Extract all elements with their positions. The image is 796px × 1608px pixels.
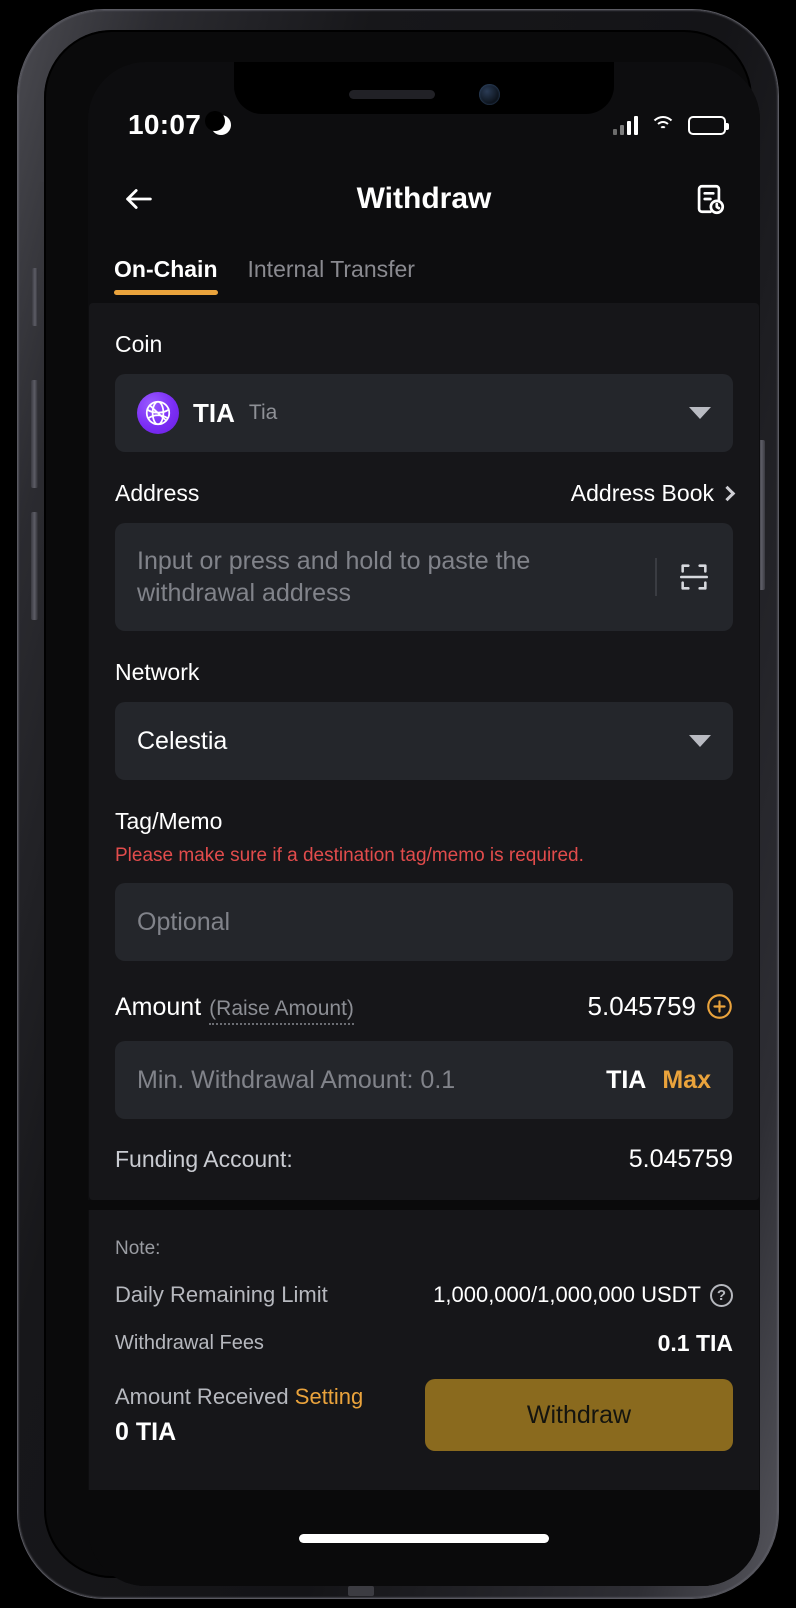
status-bar-left: 10:07	[128, 109, 232, 141]
daily-limit-label: Daily Remaining Limit	[115, 1282, 328, 1307]
daily-limit-value: 1,000,000/1,000,000 USDT	[433, 1282, 701, 1307]
amount-header: Amount (Raise Amount) 5.045759	[115, 991, 733, 1025]
amount-unit: TIA	[606, 1065, 647, 1094]
address-input-container[interactable]: Input or press and hold to paste the wit…	[115, 523, 733, 631]
tag-memo-input-container[interactable]: Optional	[115, 883, 733, 961]
status-bar-clock: 10:07	[128, 109, 202, 140]
wifi-icon	[650, 115, 676, 135]
amount-input[interactable]: Min. Withdrawal Amount: 0.1	[137, 1064, 455, 1096]
page-title: Withdraw	[356, 182, 492, 215]
withdraw-footer: Amount Received Setting 0 TIA Withdraw	[115, 1379, 733, 1451]
daily-limit-row: Daily Remaining Limit 1,000,000/1,000,00…	[115, 1282, 733, 1308]
address-label: Address	[115, 480, 200, 506]
funding-account-label: Funding Account:	[115, 1146, 293, 1172]
address-book-label: Address Book	[570, 480, 714, 506]
chevron-right-icon	[719, 485, 736, 502]
daily-limit-value-group: 1,000,000/1,000,000 USDT ?	[433, 1282, 733, 1308]
card-separator	[88, 1200, 760, 1210]
amount-suffix: TIA Max	[606, 1066, 711, 1095]
note-title: Note:	[115, 1238, 161, 1259]
tab-on-chain[interactable]: On-Chain	[114, 256, 218, 303]
withdraw-form-card: Coin TIA Tia Address Address Book Input …	[89, 303, 759, 1200]
phone-bezel: 10:07 Withdraw On-Chain Internal Transfe…	[44, 30, 760, 1586]
withdrawal-history-icon[interactable]	[686, 176, 732, 222]
qr-scan-icon[interactable]	[677, 560, 711, 594]
input-divider	[655, 558, 657, 596]
address-book-link[interactable]: Address Book	[570, 480, 736, 507]
amount-input-container[interactable]: Min. Withdrawal Amount: 0.1 TIA Max	[115, 1041, 733, 1119]
amount-available-value: 5.045759	[587, 991, 696, 1021]
network-value: Celestia	[137, 726, 228, 755]
amount-received-value: 0 TIA	[115, 1417, 177, 1446]
coin-symbol: TIA	[193, 397, 235, 428]
amount-received-label: Amount Received	[115, 1383, 289, 1409]
cellular-signal-icon	[612, 115, 638, 135]
question-mark-icon[interactable]: ?	[710, 1283, 733, 1307]
setting-link[interactable]: Setting	[295, 1384, 364, 1409]
coin-label: Coin	[115, 331, 163, 357]
coin-selector[interactable]: TIA Tia	[115, 374, 733, 452]
frame-antenna-band-bottom	[348, 1586, 374, 1596]
coin-name: Tia	[248, 401, 278, 424]
battery-icon	[688, 115, 729, 135]
plus-circle-icon[interactable]	[706, 993, 733, 1020]
tag-memo-warning: Please make sure if a destination tag/me…	[115, 845, 584, 866]
tab-internal-transfer[interactable]: Internal Transfer	[248, 256, 415, 303]
amount-received-block: Amount Received Setting 0 TIA	[115, 1384, 363, 1447]
address-input[interactable]: Input or press and hold to paste the wit…	[137, 545, 655, 609]
back-arrow-icon[interactable]	[116, 176, 162, 222]
screenshot-root: 10:07 Withdraw On-Chain Internal Transfe…	[0, 0, 796, 1608]
withdrawal-fees-row: Withdrawal Fees 0.1 TIA	[115, 1330, 733, 1357]
volume-up-button[interactable]	[31, 380, 38, 488]
max-button[interactable]: Max	[662, 1066, 711, 1095]
volume-down-button[interactable]	[31, 512, 38, 620]
withdraw-tabs: On-Chain Internal Transfer	[88, 240, 760, 303]
address-header: Address Address Book	[115, 480, 736, 507]
status-bar-right	[612, 115, 729, 135]
network-selector[interactable]: Celestia	[115, 702, 733, 780]
crescent-moon-icon	[205, 111, 232, 135]
amount-label-group: Amount (Raise Amount)	[115, 993, 354, 1025]
mute-switch-button[interactable]	[32, 268, 38, 326]
withdraw-button[interactable]: Withdraw	[425, 1379, 733, 1451]
home-indicator[interactable]	[299, 1533, 549, 1543]
withdrawal-fees-value: 0.1 TIA	[657, 1330, 733, 1356]
chevron-down-icon	[689, 407, 711, 419]
raise-amount-link[interactable]: (Raise Amount)	[209, 997, 354, 1025]
tab-on-chain-label: On-Chain	[114, 256, 218, 282]
chevron-down-icon	[689, 735, 711, 747]
amount-label: Amount	[115, 993, 202, 1021]
network-label: Network	[115, 659, 200, 685]
app-header: Withdraw	[88, 158, 760, 240]
amount-available-group: 5.045759	[588, 991, 733, 1022]
earpiece-speaker	[348, 89, 435, 99]
tag-memo-label: Tag/Memo	[115, 808, 223, 834]
phone-frame: 10:07 Withdraw On-Chain Internal Transfe…	[18, 10, 778, 1598]
tag-memo-input[interactable]: Optional	[137, 906, 230, 938]
withdrawal-fees-label: Withdrawal Fees	[115, 1332, 264, 1354]
dynamic-island	[306, 76, 542, 112]
coin-value-group: TIA Tia	[137, 392, 277, 434]
celestia-logo-icon	[137, 392, 179, 434]
amount-received-label-row: Amount Received Setting	[115, 1384, 363, 1410]
funding-account-value: 5.045759	[628, 1145, 733, 1173]
front-camera-icon	[478, 83, 500, 105]
withdraw-screen: Withdraw On-Chain Internal Transfer Coin…	[88, 62, 760, 1586]
home-indicator-area	[88, 1490, 760, 1586]
tab-internal-transfer-label: Internal Transfer	[247, 256, 415, 282]
funding-account-row: Funding Account: 5.045759	[115, 1145, 733, 1174]
phone-screen: 10:07 Withdraw On-Chain Internal Transfe…	[88, 62, 760, 1586]
note-card: Note: Daily Remaining Limit 1,000,000/1,…	[89, 1210, 759, 1490]
